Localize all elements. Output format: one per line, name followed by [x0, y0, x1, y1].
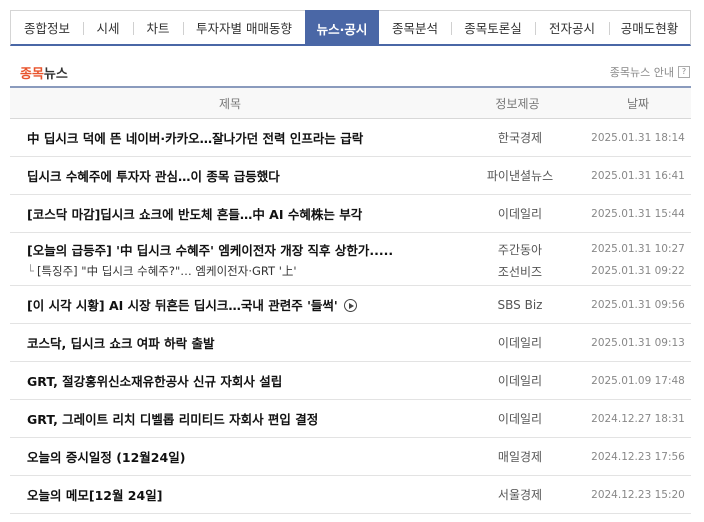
news-title-link[interactable]: 코스닥, 딥시크 쇼크 여파 하락 출발 — [10, 333, 455, 352]
news-title-link[interactable]: [코스닥 마감]딥시크 쇼크에 반도체 흔들…中 AI 수혜株는 부각 — [10, 204, 455, 223]
table-header: 제목 정보제공 날짜 — [10, 86, 691, 119]
news-source: 이데일리 — [497, 374, 543, 388]
news-date: 2025.01.09 17:48 — [591, 374, 685, 387]
tab-news-disclosure[interactable]: 뉴스·공시 — [305, 10, 379, 46]
news-source: 주간동아 — [497, 242, 543, 257]
tab-short-selling[interactable]: 공매도현황 — [609, 11, 690, 44]
news-date: 2025.01.31 15:44 — [591, 207, 685, 220]
news-date: 2025.01.31 09:13 — [591, 336, 685, 349]
news-title-link[interactable]: GRT, 절강홍위신소재유한공사 신규 자회사 설립 — [10, 371, 455, 390]
stock-tab-bar: 종합정보 시세 차트 투자자별 매매동향 뉴스·공시 종목분석 종목토론실 전자… — [10, 10, 691, 46]
header-date: 날짜 — [626, 96, 650, 111]
news-guide-link[interactable]: 종목뉴스 안내 ? — [610, 64, 690, 80]
news-date: 2025.01.31 18:14 — [591, 131, 685, 144]
news-source: SBS Biz — [497, 297, 543, 312]
table-row: 코스닥, 딥시크 쇼크 여파 하락 출발 이데일리 2025.01.31 09:… — [10, 324, 691, 362]
header-source: 정보제공 — [495, 96, 540, 111]
news-title: [이 시각 시황] AI 시장 뒤흔든 딥시크…국내 관련주 '들썩' — [27, 298, 338, 313]
tab-stock-analysis[interactable]: 종목분석 — [379, 11, 451, 44]
news-title-link[interactable]: GRT, 그레이트 리치 디벨롭 리미티드 자회사 편입 결정 — [10, 409, 455, 428]
news-date: 2025.01.31 10:27 — [591, 243, 685, 255]
news-source: 파이낸셜뉴스 — [486, 169, 554, 183]
news-source: 서울경제 — [497, 488, 543, 502]
news-date: 2024.12.23 15:20 — [591, 488, 685, 501]
tab-overview[interactable]: 종합정보 — [11, 11, 83, 44]
news-title-link[interactable]: 오늘의 증시일정 (12월24일) — [10, 447, 455, 466]
table-row: [이 시각 시황] AI 시장 뒤흔든 딥시크…국내 관련주 '들썩' SBS … — [10, 286, 691, 324]
tree-branch-icon: └ — [27, 264, 34, 278]
tab-investor-trading[interactable]: 투자자별 매매동향 — [183, 11, 305, 44]
news-title-link[interactable]: 中 딥시크 덕에 뜬 네이버·카카오…잘나가던 전력 인프라는 급락 — [10, 128, 455, 147]
related-news-title-link[interactable]: └ [특징주] "中 딥시크 수혜주?"… 엠케이전자·GRT '上' — [10, 263, 455, 279]
news-title-link[interactable]: 오늘의 메모[12월 24일] — [10, 485, 455, 504]
news-date: 2025.01.31 16:41 — [591, 169, 685, 182]
header-title: 제목 — [218, 96, 242, 111]
table-row: [코스닥 마감]딥시크 쇼크에 반도체 흔들…中 AI 수혜株는 부각 이데일리… — [10, 195, 691, 233]
tab-price[interactable]: 시세 — [83, 11, 133, 44]
news-date: 2024.12.27 18:31 — [591, 412, 685, 425]
related-news-title: [특징주] "中 딥시크 수혜주?"… 엠케이전자·GRT '上' — [36, 264, 297, 278]
news-title-link[interactable]: [이 시각 시황] AI 시장 뒤흔든 딥시크…국내 관련주 '들썩' — [10, 295, 455, 314]
news-source: 한국경제 — [497, 131, 543, 145]
tab-chart[interactable]: 차트 — [133, 11, 183, 44]
news-title-link[interactable]: [오늘의 급등주] '中 딥시크 수혜주' 엠케이전자 개장 직후 상한가...… — [10, 240, 455, 259]
section-title-accent: 종목 — [20, 67, 44, 82]
table-row: 딥시크 수혜주에 투자자 관심…이 종목 급등했다 파이낸셜뉴스 2025.01… — [10, 157, 691, 195]
news-source: 이데일리 — [497, 412, 543, 426]
news-date: 2025.01.31 09:22 — [591, 265, 685, 277]
news-source: 매일경제 — [497, 450, 543, 464]
table-row: 오늘의 메모[12월 24일] 서울경제 2024.12.23 15:20 — [10, 476, 691, 514]
table-row: GRT, 절강홍위신소재유한공사 신규 자회사 설립 이데일리 2025.01.… — [10, 362, 691, 400]
help-icon: ? — [678, 66, 690, 78]
news-source: 조선비즈 — [497, 264, 543, 279]
section-title-rest: 뉴스 — [43, 67, 68, 82]
table-row: GRT, 그레이트 리치 디벨롭 리미티드 자회사 편입 결정 이데일리 202… — [10, 400, 691, 438]
news-date: 2025.01.31 09:56 — [591, 298, 685, 311]
news-source: 이데일리 — [497, 207, 543, 221]
news-source: 이데일리 — [497, 336, 543, 350]
news-date: 2024.12.23 17:56 — [591, 450, 685, 463]
section-title: 종목뉴스 — [20, 63, 68, 82]
news-table: 제목 정보제공 날짜 中 딥시크 덕에 뜬 네이버·카카오…잘나가던 전력 인프… — [10, 86, 691, 514]
table-row: 中 딥시크 덕에 뜬 네이버·카카오…잘나가던 전력 인프라는 급락 한국경제 … — [10, 119, 691, 157]
tab-discussion[interactable]: 종목토론실 — [451, 11, 535, 44]
video-play-icon[interactable] — [343, 299, 357, 312]
table-row: 오늘의 증시일정 (12월24일) 매일경제 2024.12.23 17:56 — [10, 438, 691, 476]
table-row-with-related: [오늘의 급등주] '中 딥시크 수혜주' 엠케이전자 개장 직후 상한가...… — [10, 233, 691, 286]
tab-e-disclosure[interactable]: 전자공시 — [535, 11, 609, 44]
news-guide-label: 종목뉴스 안내 — [609, 66, 674, 79]
news-title-link[interactable]: 딥시크 수혜주에 투자자 관심…이 종목 급등했다 — [10, 166, 455, 185]
